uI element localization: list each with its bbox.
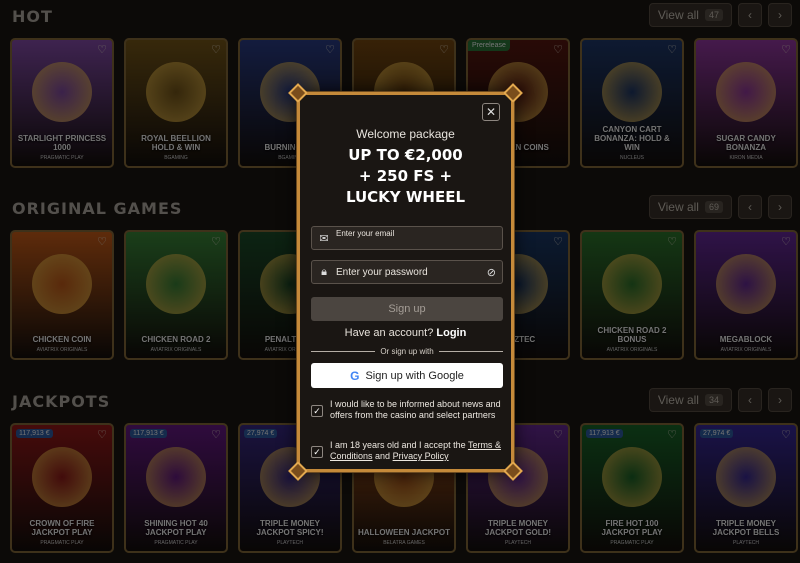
- close-button[interactable]: ✕: [482, 103, 500, 121]
- lock-icon: 🔒︎: [321, 265, 327, 278]
- password-placeholder: Enter your password: [336, 266, 428, 278]
- headline-line: LUCKY WHEEL: [345, 188, 466, 206]
- age-text: I am 18 years old and I accept the Terms…: [330, 440, 507, 462]
- age-consent: ✓ I am 18 years old and I accept the Ter…: [311, 440, 507, 462]
- google-signup-button[interactable]: G Sign up with Google: [311, 363, 503, 388]
- password-field[interactable]: 🔒︎ Enter your password ⊘: [311, 260, 503, 284]
- close-icon: ✕: [485, 105, 497, 119]
- welcome-label: Welcome package: [356, 127, 455, 141]
- newsletter-consent: ✓ I would like to be informed about news…: [311, 399, 507, 421]
- have-account-text: Have an account?: [344, 327, 434, 339]
- google-signup-label: Sign up with Google: [365, 369, 464, 382]
- headline-line: + 250 FS +: [358, 167, 453, 185]
- sign-up-button[interactable]: Sign up: [311, 297, 503, 321]
- email-placeholder: Enter your email: [336, 228, 395, 238]
- have-account-row: Have an account? Login: [300, 327, 511, 339]
- newsletter-text: I would like to be informed about news a…: [330, 399, 501, 420]
- age-text-part: and: [375, 451, 391, 461]
- google-icon: G: [350, 368, 360, 383]
- age-checkbox[interactable]: ✓: [311, 446, 323, 458]
- signup-modal: ✕ Welcome package UP TO €2,000 + 250 FS …: [288, 83, 523, 481]
- age-text-part: I am 18 years old and I accept the: [330, 440, 466, 450]
- headline-line: UP TO €2,000: [348, 146, 463, 164]
- email-field[interactable]: ✉ Enter your email: [311, 226, 503, 250]
- envelope-icon: ✉: [319, 232, 329, 245]
- or-signup-text: Or sign up with: [380, 347, 434, 356]
- or-divider: Or sign up with: [311, 347, 504, 356]
- bonus-headline: UP TO €2,000 + 250 FS + LUCKY WHEEL: [300, 145, 511, 208]
- privacy-link[interactable]: Privacy Policy: [393, 451, 449, 461]
- newsletter-checkbox[interactable]: ✓: [311, 405, 323, 417]
- login-link[interactable]: Login: [436, 327, 466, 339]
- eye-off-icon[interactable]: ⊘: [487, 266, 496, 279]
